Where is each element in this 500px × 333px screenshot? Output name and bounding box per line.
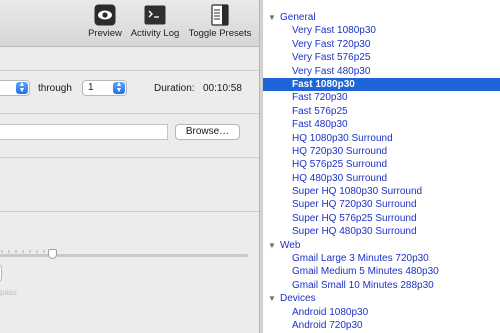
preset-item[interactable]: HQ 480p30 Surround bbox=[263, 172, 500, 185]
through-label: through bbox=[38, 83, 72, 94]
preset-item[interactable]: HQ 720p30 Surround bbox=[263, 145, 500, 158]
divider bbox=[0, 157, 259, 158]
destination-path-field[interactable] bbox=[0, 124, 168, 140]
toggle-presets-button[interactable]: Toggle Presets bbox=[186, 4, 254, 39]
preset-item[interactable]: Very Fast 480p30 bbox=[263, 65, 500, 78]
preset-category-label: Devices bbox=[280, 293, 316, 305]
preset-item[interactable]: Fast 480p30 bbox=[263, 118, 500, 131]
preset-item[interactable]: Gmail Small 10 Minutes 288p30 bbox=[263, 279, 500, 292]
divider bbox=[0, 211, 259, 212]
activity-log-button[interactable]: Activity Log bbox=[128, 4, 182, 39]
divider bbox=[0, 113, 259, 114]
disclosure-triangle-icon[interactable]: ▼ bbox=[268, 239, 276, 252]
preset-item[interactable]: Gmail Large 3 Minutes 720p30 bbox=[263, 252, 500, 265]
divider bbox=[0, 70, 259, 71]
preset-item[interactable]: Super HQ 720p30 Surround bbox=[263, 198, 500, 211]
activity-log-label: Activity Log bbox=[130, 28, 180, 39]
preset-item[interactable]: HQ 576p25 Surround bbox=[263, 158, 500, 171]
preset-item[interactable]: Fast 720p30 bbox=[263, 91, 500, 104]
drawer-icon bbox=[211, 4, 229, 26]
preset-category-devices[interactable]: ▼ Devices bbox=[263, 292, 500, 305]
eye-icon bbox=[94, 4, 116, 26]
preset-item[interactable]: Fast 576p25 bbox=[263, 105, 500, 118]
preset-item[interactable]: Gmail Medium 5 Minutes 480p30 bbox=[263, 265, 500, 278]
preset-item[interactable]: Android 1080p30 bbox=[263, 306, 500, 319]
quality-slider-knob[interactable] bbox=[48, 249, 57, 259]
main-window: Preview Activity Log Toggle Presets ▲ ▼ … bbox=[0, 0, 259, 333]
presets-panel: ▼ General Very Fast 1080p30 Very Fast 720p3… bbox=[263, 0, 500, 333]
preset-item[interactable]: Very Fast 720p30 bbox=[263, 38, 500, 51]
duration-value: 00:10:58 bbox=[203, 83, 242, 94]
preset-category-general[interactable]: ▼ General bbox=[263, 11, 500, 24]
stepper-arrows-icon[interactable]: ▲ ▼ bbox=[16, 81, 28, 94]
preset-item[interactable]: Super HQ 1080p30 Surround bbox=[263, 185, 500, 198]
preset-item[interactable]: Very Fast 576p25 bbox=[263, 51, 500, 64]
preset-list: ▼ General Very Fast 1080p30 Very Fast 720p3… bbox=[263, 11, 500, 332]
disclosure-triangle-icon[interactable]: ▼ bbox=[268, 292, 276, 305]
quality-slider[interactable] bbox=[0, 254, 248, 257]
preset-item[interactable]: HQ 1080p30 Surround bbox=[263, 132, 500, 145]
slider-ticks bbox=[1, 250, 52, 253]
preset-item[interactable]: Fast 1080p30 bbox=[263, 77, 500, 92]
preset-category-web[interactable]: ▼ Web bbox=[263, 239, 500, 252]
toggle-presets-label: Toggle Presets bbox=[188, 28, 252, 39]
disabled-label: pass bbox=[0, 288, 17, 297]
range-end-stepper[interactable]: 1 ▲ ▼ bbox=[82, 80, 127, 96]
preset-item[interactable]: Super HQ 576p25 Surround bbox=[263, 212, 500, 225]
duration-label: Duration: bbox=[154, 83, 195, 94]
toolbar: Preview Activity Log Toggle Presets bbox=[0, 0, 259, 47]
preset-item[interactable]: Android 720p30 bbox=[263, 319, 500, 332]
range-end-value: 1 bbox=[88, 82, 94, 93]
preview-button[interactable]: Preview bbox=[88, 4, 122, 39]
preset-item[interactable]: Very Fast 1080p30 bbox=[263, 24, 500, 37]
preview-label: Preview bbox=[88, 28, 122, 39]
terminal-icon bbox=[144, 5, 166, 25]
browse-button[interactable]: Browse… bbox=[175, 124, 240, 140]
preset-item[interactable]: Super HQ 480p30 Surround bbox=[263, 225, 500, 238]
preset-category-label: Web bbox=[280, 239, 301, 251]
partial-control[interactable] bbox=[0, 264, 2, 282]
disclosure-triangle-icon[interactable]: ▼ bbox=[268, 11, 276, 24]
range-start-stepper[interactable]: ▲ ▼ bbox=[0, 80, 30, 96]
preset-category-label: General bbox=[280, 12, 316, 23]
stepper-arrows-icon[interactable]: ▲ ▼ bbox=[113, 81, 125, 94]
